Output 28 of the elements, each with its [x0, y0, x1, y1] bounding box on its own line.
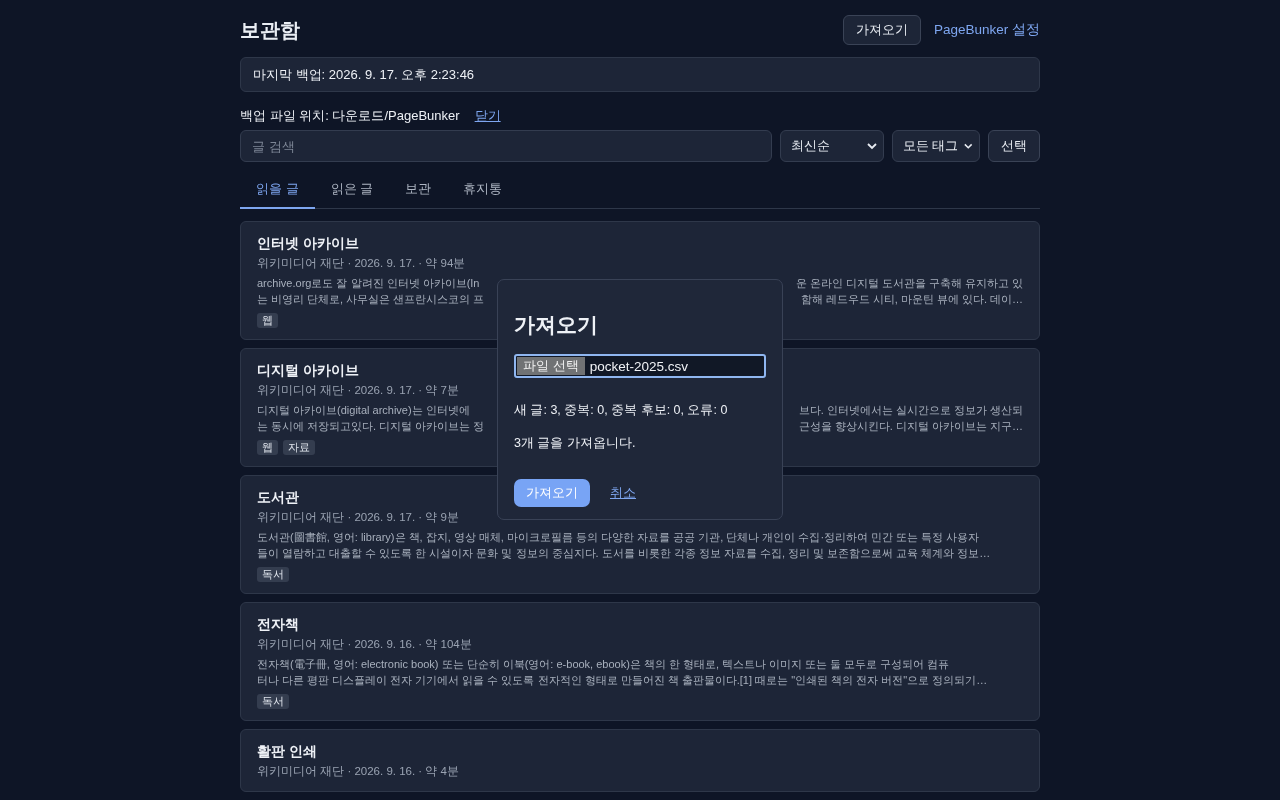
article-meta: 위키미디어 재단 · 2026. 9. 16. · 약 4분: [257, 764, 459, 779]
article-meta: 위키미디어 재단 · 2026. 9. 17. · 약 9분: [257, 510, 459, 525]
excerpt-text: 운 온라인 디지털 도서관을 구축해 유지하고 있: [795, 276, 1023, 291]
article-title: 전자책: [257, 615, 299, 634]
excerpt-text: archive.org로도 잘 알려진 인터넷 아카이브(In: [257, 276, 480, 291]
article-meta: 위키미디어 재단 · 2026. 9. 16. · 약 104분: [257, 637, 472, 652]
page-title: 보관함: [240, 17, 300, 43]
excerpt-text: 는 비영리 단체로, 사무실은 샌프란시스코의 프: [257, 291, 485, 307]
excerpt-text: 전자책(電子冊, 영어: electronic book) 또는 단순히 이북(영어: e-book, ebook)은 책의 한 형태로, 텍스트나 이미지 또는 둘 모두로 구성되어 컴퓨: [257, 657, 950, 672]
excerpt-text: 들이 열람하고 대출할 수 있도록 한 시설이자 문화 및 정보의 중심지다. 도서를 비롯한 각종 정보 자료를 수집, 정리 및 보존함으로써 교육 체계와 정보…: [257, 545, 991, 561]
article-title: 활판 인쇄: [257, 742, 317, 761]
excerpt-text: 터나 다른 평판 디스플레이 전자 기기에서 읽을 수 있도록 전자적인 형태로 만들어진 책 출판물이다.[1] 때로는 "인쇄된 책의 전자 버전"으로 정의되기…: [257, 672, 988, 688]
article-meta: 위키미디어 재단 · 2026. 9. 17. · 약 7분: [257, 383, 459, 398]
article-title: 디지털 아카이브: [257, 361, 359, 380]
backup-status: 마지막 백업: 2026. 9. 17. 오후 2:23:46: [240, 57, 1040, 92]
import-message: 3개 글을 가져옵니다.: [514, 435, 637, 452]
excerpt-text: 브다. 인터넷에서는 실시간으로 정보가 생산되: [798, 403, 1023, 418]
excerpt-text: 함해 레드우드 시티, 마운틴 뷰에 있다. 데이…: [800, 291, 1023, 307]
article-meta: 위키미디어 재단 · 2026. 9. 17. · 약 94분: [257, 256, 466, 271]
backup-location: 백업 파일 위치: 다운로드/PageBunker: [240, 107, 460, 125]
excerpt-text: 는 동시에 저장되고있다. 디지털 아카이브는 정: [257, 418, 485, 434]
dialog-title: 가져오기: [514, 312, 599, 338]
excerpt-text: 도서관(圖書館, 영어: library)은 책, 잡지, 영상 매체, 마이크로필름 등의 다양한 자료를 공공 기관, 단체나 개인이 수집·정리하여 민간 또는 특정 사용자: [257, 530, 980, 545]
import-summary: 새 글: 3, 중복: 0, 중복 후보: 0, 오류: 0: [514, 402, 729, 419]
excerpt-text: 근성을 향상시킨다. 디지털 아카이브는 지구…: [798, 418, 1023, 434]
excerpt-text: 디지털 아카이브(digital archive)는 인터넷에: [257, 403, 470, 418]
article-title: 인터넷 아카이브: [257, 234, 359, 253]
article-title: 도서관: [257, 488, 299, 507]
